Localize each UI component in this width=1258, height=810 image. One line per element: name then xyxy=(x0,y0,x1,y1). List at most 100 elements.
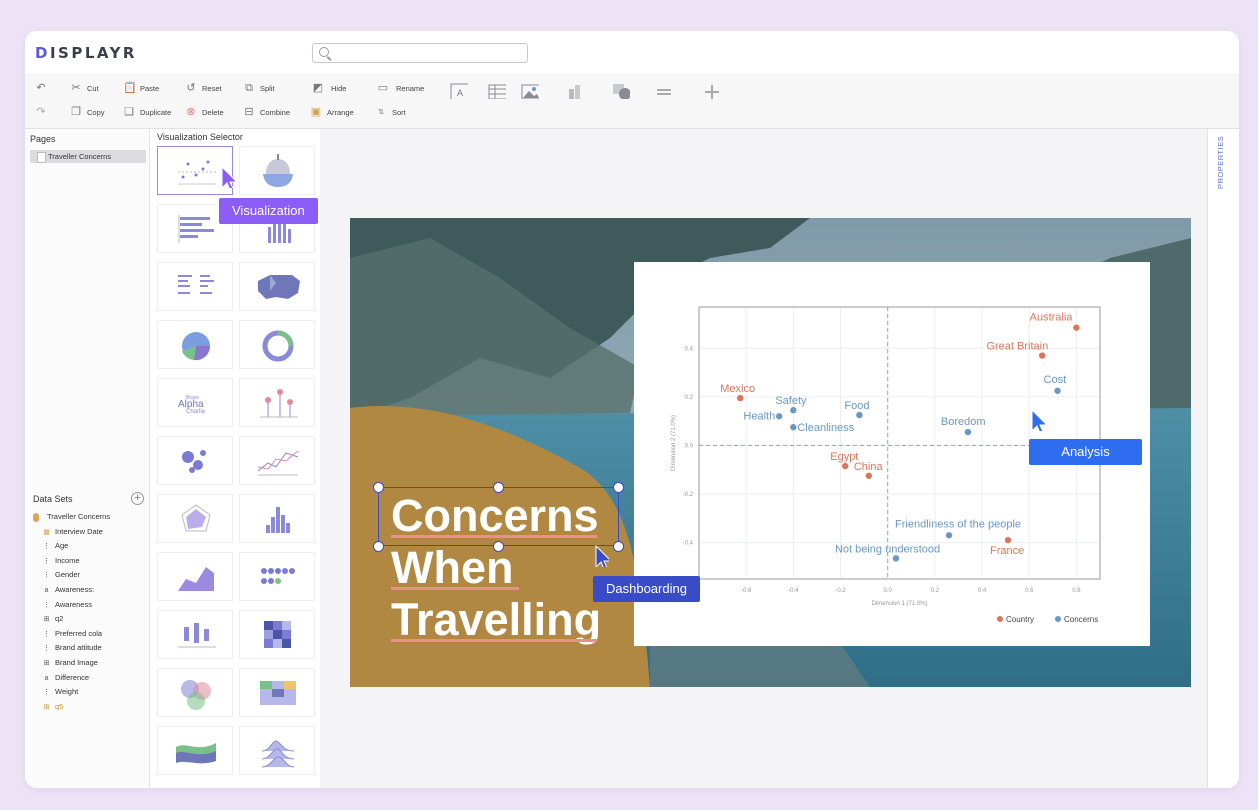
map-thumb[interactable] xyxy=(239,262,315,311)
chart-icon[interactable] xyxy=(567,83,585,99)
data-set-variable[interactable]: a Difference xyxy=(33,671,145,686)
duplicate-button[interactable]: ❏ Duplicate xyxy=(123,107,171,118)
numeric-icon: ⋮ xyxy=(43,601,50,609)
line-thumb[interactable] xyxy=(239,436,315,485)
properties-label[interactable]: PROPERTIES xyxy=(1216,136,1225,189)
palm-tree-thumb[interactable] xyxy=(239,378,315,427)
histogram-thumb[interactable] xyxy=(239,494,315,543)
heatmap-thumb[interactable] xyxy=(239,610,315,659)
data-set-root[interactable]: Traveller Concerns xyxy=(33,510,145,525)
stream-thumb[interactable] xyxy=(157,726,233,775)
y-axis-label: Dimension 2 (71.0%) xyxy=(671,415,677,471)
donut-thumb[interactable] xyxy=(239,320,315,369)
arrange-button[interactable]: ▣ Arrange xyxy=(310,107,354,118)
area-icon xyxy=(178,567,214,591)
resize-handle-bottom-left[interactable] xyxy=(373,541,384,552)
copy-button[interactable]: ❐ Copy xyxy=(70,107,104,118)
small-multiples-bar-thumb[interactable] xyxy=(157,262,233,311)
page-item-traveller-concerns[interactable]: Traveller Concerns xyxy=(30,150,146,163)
paste-button[interactable]: 📋 Paste xyxy=(123,83,159,94)
table-icon[interactable] xyxy=(488,83,506,99)
visualization-selector: Visualization Selector Alpha Bravo Charlie xyxy=(150,129,320,788)
data-point xyxy=(790,407,797,414)
equals-icon[interactable] xyxy=(655,83,673,99)
cursor-icon xyxy=(595,545,609,567)
data-sets-title: Data Sets xyxy=(33,494,73,504)
selection-box[interactable] xyxy=(378,487,619,546)
data-set-variable[interactable]: ▦ Interview Date xyxy=(33,525,145,540)
displayr-logo[interactable]: DISPLAYR xyxy=(35,44,137,62)
delete-button[interactable]: ⊗ Delete xyxy=(185,107,223,118)
visualization-tag: Visualization xyxy=(219,198,318,224)
data-set-variable[interactable]: ⋮ Brand attitude xyxy=(33,641,145,656)
redo-button[interactable]: ↷ xyxy=(35,107,47,118)
combine-button[interactable]: ⊟ Combine xyxy=(243,107,290,118)
legend-label: Concerns xyxy=(1064,615,1098,624)
cut-button[interactable]: ✂ Cut xyxy=(70,83,98,94)
data-label: Not being understood xyxy=(835,543,940,555)
data-set-variable[interactable]: ⋮ Age xyxy=(33,539,145,554)
data-set-variable[interactable]: ⊞ q2 xyxy=(33,612,145,627)
resize-handle-bottom-right[interactable] xyxy=(613,541,624,552)
x-tick-label: 0.6 xyxy=(1025,588,1034,594)
data-set-variable[interactable]: ⋮ Gender xyxy=(33,568,145,583)
combine-icon: ⊟ xyxy=(244,106,254,118)
x-tick-label: 0.0 xyxy=(884,588,893,594)
data-set-variable[interactable]: ⊞ q5 xyxy=(33,700,145,715)
venn-icon xyxy=(181,680,211,710)
x-tick-label: -0.4 xyxy=(788,588,799,594)
table-icon xyxy=(260,681,296,705)
box-plot-thumb[interactable] xyxy=(157,610,233,659)
split-button[interactable]: ⧉ Split xyxy=(243,83,275,94)
radar-thumb[interactable] xyxy=(157,494,233,543)
search-input[interactable] xyxy=(312,43,528,63)
hide-button[interactable]: ◩ Hide xyxy=(310,83,347,94)
add-icon[interactable] xyxy=(703,83,721,99)
image-icon[interactable] xyxy=(521,83,539,99)
data-set-variable[interactable]: ⋮ Income xyxy=(33,554,145,569)
sort-button[interactable]: ⇅ Sort xyxy=(375,107,406,118)
data-set-variable[interactable]: ⊞ Brand Image xyxy=(33,656,145,671)
legend-label: Country xyxy=(1006,615,1034,624)
resize-handle-top[interactable] xyxy=(493,482,504,493)
pie-thumb[interactable] xyxy=(157,320,233,369)
properties-panel[interactable]: PROPERTIES xyxy=(1207,129,1239,788)
undo-button[interactable]: ↶ xyxy=(35,83,47,94)
data-point xyxy=(776,413,783,420)
data-point xyxy=(1073,324,1080,331)
data-set-variable[interactable]: ⋮ Awareness xyxy=(33,598,145,613)
venn-thumb[interactable] xyxy=(157,668,233,717)
duplicate-icon: ❏ xyxy=(124,106,134,118)
resize-handle-bottom[interactable] xyxy=(493,541,504,552)
word-cloud-thumb[interactable]: Alpha Bravo Charlie xyxy=(157,378,233,427)
left-panel: Pages Traveller Concerns Data Sets + Tra… xyxy=(25,129,150,788)
paste-label: Paste xyxy=(140,84,160,93)
data-set-variable[interactable]: ⋮ Preferred cola xyxy=(33,627,145,642)
word-cloud-icon: AlphaBravoCharlie xyxy=(178,395,206,415)
area-thumb[interactable] xyxy=(157,552,233,601)
data-set-variable[interactable]: ⋮ Weight xyxy=(33,685,145,700)
data-set-variable-label: Awareness: xyxy=(55,584,95,594)
pictograph-thumb[interactable] xyxy=(239,146,315,195)
rename-button[interactable]: ▭ Rename xyxy=(375,83,425,94)
headline-underline-2 xyxy=(391,587,519,590)
table-thumb[interactable] xyxy=(239,668,315,717)
split-label: Split xyxy=(260,84,275,93)
reset-button[interactable]: ↺ Reset xyxy=(185,83,221,94)
dot-plot-thumb[interactable] xyxy=(239,552,315,601)
resize-handle-top-left[interactable] xyxy=(373,482,384,493)
ridgeline-thumb[interactable] xyxy=(239,726,315,775)
add-data-set-button[interactable]: + xyxy=(131,492,144,505)
data-label: Great Britain xyxy=(986,341,1048,353)
data-point xyxy=(1004,536,1012,544)
grid-icon: ⊞ xyxy=(43,616,50,624)
toolbar: ↶ ↷ ✂ Cut ❐ Copy 📋 Paste ❏ Duplicate ↺ Reset … xyxy=(25,73,1239,129)
shape-icon[interactable] xyxy=(612,83,630,99)
headline-underline-3 xyxy=(391,639,597,642)
bubble-thumb[interactable] xyxy=(157,436,233,485)
calendar-icon: ▦ xyxy=(43,528,50,536)
data-set-variable[interactable]: a Awareness: xyxy=(33,583,145,598)
numeric-icon: ⋮ xyxy=(43,543,50,551)
textbox-icon[interactable]: A xyxy=(450,83,468,99)
resize-handle-top-right[interactable] xyxy=(613,482,624,493)
